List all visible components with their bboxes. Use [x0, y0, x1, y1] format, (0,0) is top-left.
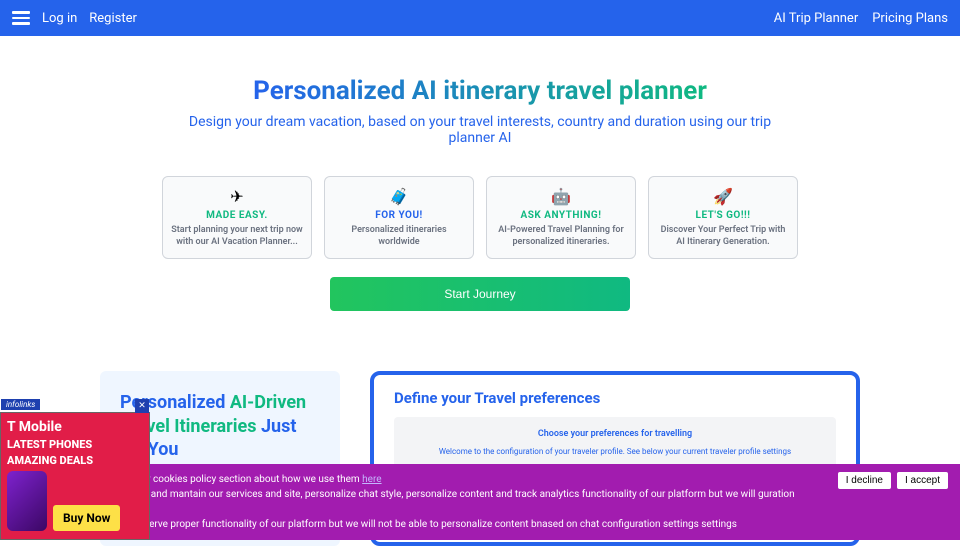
page-title: Personalized AI itinerary travel planner: [253, 76, 707, 106]
cookie-here-link[interactable]: here: [362, 474, 381, 485]
card-desc: Discover Your Perfect Trip with AI Itine…: [657, 225, 789, 248]
card-made-easy: ✈ MADE EASY. Start planning your next tr…: [162, 176, 312, 259]
luggage-icon: 🧳: [333, 187, 465, 206]
buy-now-button[interactable]: Buy Now: [53, 505, 120, 531]
hero-section: Personalized AI itinerary travel planner…: [0, 36, 960, 156]
phone-icon: [7, 471, 47, 531]
preferences-title: Define your Travel preferences: [394, 389, 836, 407]
start-journey-button[interactable]: Start Journey: [330, 277, 630, 311]
pref-subtext: Welcome to the configuration of your tra…: [406, 447, 824, 456]
card-desc: Start planning your next trip now with o…: [171, 225, 303, 248]
page-subtitle: Design your dream vacation, based on you…: [180, 114, 780, 146]
top-nav: Log in Register AI Trip Planner Pricing …: [0, 0, 960, 36]
pricing-plans-link[interactable]: Pricing Plans: [872, 11, 948, 26]
feature-cards: ✈ MADE EASY. Start planning your next tr…: [0, 176, 960, 259]
robot-icon: 🤖: [495, 187, 627, 206]
card-lets-go: 🚀 LET'S GO!!! Discover Your Perfect Trip…: [648, 176, 798, 259]
card-title: LET'S GO!!!: [657, 210, 789, 221]
ai-trip-planner-link[interactable]: AI Trip Planner: [774, 11, 858, 26]
ad-bottom: Buy Now: [7, 471, 143, 531]
feature-heading: Personalized AI-Driven Travel Itinerarie…: [120, 391, 320, 461]
pref-heading: Choose your preferences for travelling: [406, 429, 824, 439]
rocket-icon: 🚀: [657, 187, 789, 206]
nav-left: Log in Register: [12, 11, 137, 26]
nav-right: AI Trip Planner Pricing Plans: [774, 11, 948, 26]
ad-tagline-1: LATEST PHONES: [7, 439, 143, 451]
card-ask-anything: 🤖 ASK ANYTHING! AI-Powered Travel Planni…: [486, 176, 636, 259]
ad-brand: T Mobile: [7, 419, 143, 435]
ad-box: infolinks ✕ T Mobile LATEST PHONES AMAZI…: [0, 412, 150, 540]
ad-label: infolinks: [1, 399, 40, 410]
card-title: ASK ANYTHING!: [495, 210, 627, 221]
card-desc: Personalized itineraries worldwide: [333, 225, 465, 248]
login-link[interactable]: Log in: [42, 11, 77, 26]
plane-icon: ✈: [171, 187, 303, 206]
accept-button[interactable]: I accept: [897, 472, 948, 489]
hamburger-icon[interactable]: [12, 11, 30, 25]
card-desc: AI-Powered Travel Planning for personali…: [495, 225, 627, 248]
decline-button[interactable]: I decline: [838, 472, 891, 489]
card-for-you: 🧳 FOR YOU! Personalized itineraries worl…: [324, 176, 474, 259]
ad-tagline-2: AMAZING DEALS: [7, 455, 143, 467]
card-title: MADE EASY.: [171, 210, 303, 221]
card-title: FOR YOU!: [333, 210, 465, 221]
ad-close-icon[interactable]: ✕: [135, 399, 149, 413]
cookie-buttons: I decline I accept: [838, 472, 948, 489]
register-link[interactable]: Register: [89, 11, 137, 26]
